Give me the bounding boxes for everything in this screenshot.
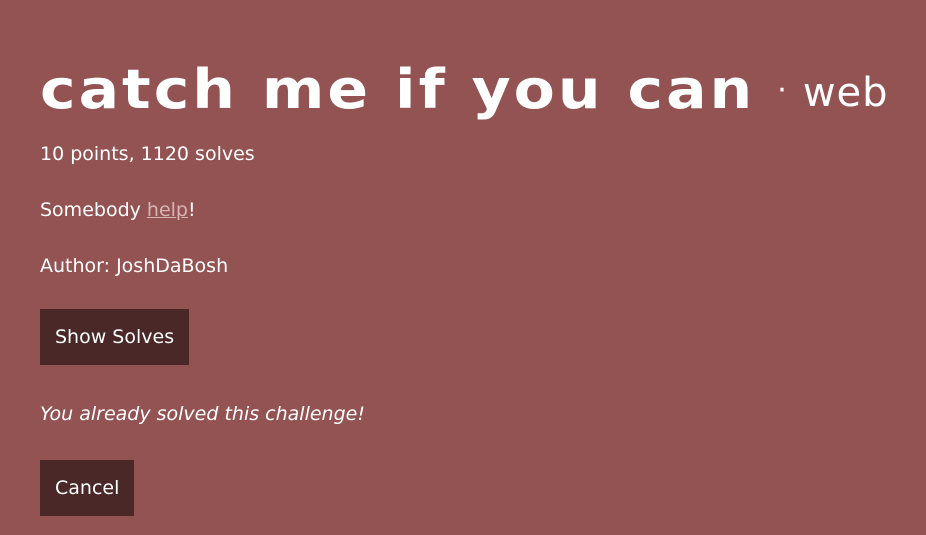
challenge-category: web [802, 70, 889, 116]
title-separator: · [777, 73, 787, 108]
cancel-button[interactable]: Cancel [40, 460, 135, 516]
description-text-after: ! [188, 199, 196, 221]
author-text: Author: JoshDaBosh [40, 255, 229, 277]
show-solves-button[interactable]: Show Solves [40, 309, 190, 365]
help-link[interactable]: help [147, 199, 188, 221]
description-text-before: Somebody [40, 199, 147, 221]
challenge-description: Somebody help! [40, 198, 196, 222]
solved-message: You already solved this challenge! [40, 403, 365, 425]
challenge-title: catch me if you can [40, 58, 756, 122]
points-solves-text: 10 points, 1120 solves [40, 143, 255, 165]
challenge-modal: catch me if you can · web 10 points, 112… [0, 0, 926, 535]
title-row: catch me if you can · web [40, 46, 889, 126]
